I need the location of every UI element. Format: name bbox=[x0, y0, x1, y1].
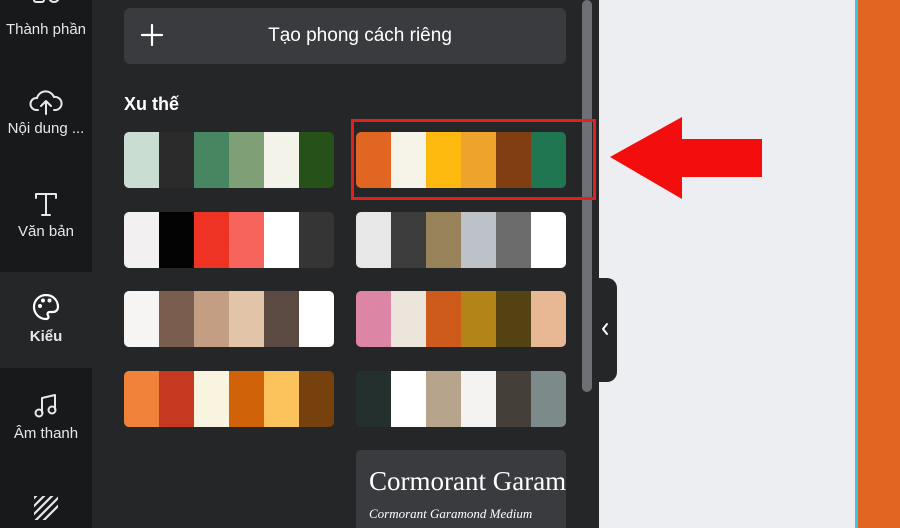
color-swatch bbox=[496, 212, 531, 268]
color-swatch bbox=[264, 291, 299, 347]
palette-card[interactable] bbox=[356, 212, 566, 268]
font-preview-subheading: Cormorant Garamond Medium bbox=[369, 506, 533, 521]
background-pattern-icon bbox=[34, 496, 58, 520]
color-swatch bbox=[124, 291, 159, 347]
font-preview-heading: Cormorant Garamond bbox=[369, 466, 566, 496]
palette-card[interactable] bbox=[356, 291, 566, 347]
color-swatch bbox=[496, 291, 531, 347]
palette-card[interactable] bbox=[124, 371, 334, 427]
side-nav-rail: Thành phần Nội dung ... Văn bản Kiểu Âm … bbox=[0, 0, 92, 528]
nav-background[interactable] bbox=[0, 494, 92, 528]
section-title-trending: Xu thế bbox=[124, 94, 180, 114]
color-swatch bbox=[496, 371, 531, 427]
chevron-left-icon bbox=[600, 321, 610, 337]
color-swatch bbox=[194, 212, 229, 268]
palette-card[interactable] bbox=[124, 212, 334, 268]
color-swatch bbox=[356, 291, 391, 347]
color-swatch bbox=[426, 291, 461, 347]
arrow-left-icon bbox=[610, 117, 762, 199]
palette-icon bbox=[32, 293, 60, 321]
color-swatch bbox=[299, 371, 334, 427]
color-swatch bbox=[124, 212, 159, 268]
color-swatch bbox=[356, 371, 391, 427]
color-swatch bbox=[531, 291, 566, 347]
color-swatch bbox=[194, 371, 229, 427]
color-swatch bbox=[299, 132, 334, 188]
color-swatch bbox=[461, 291, 496, 347]
color-swatch bbox=[229, 291, 264, 347]
nav-uploads[interactable]: Nội dung ... bbox=[0, 88, 92, 148]
nav-elements-label: Thành phần bbox=[5, 21, 87, 38]
color-swatch bbox=[531, 212, 566, 268]
color-swatch bbox=[531, 371, 566, 427]
color-swatch bbox=[229, 212, 264, 268]
color-swatch bbox=[264, 371, 299, 427]
color-swatch bbox=[391, 371, 426, 427]
nav-uploads-label: Nội dung ... bbox=[7, 120, 85, 137]
color-swatch bbox=[426, 212, 461, 268]
nav-elements[interactable]: Thành phần bbox=[0, 0, 92, 50]
color-swatch bbox=[391, 212, 426, 268]
plus-icon bbox=[140, 23, 164, 47]
nav-styles[interactable]: Kiểu bbox=[0, 272, 92, 368]
color-swatch bbox=[194, 132, 229, 188]
color-swatch bbox=[124, 132, 159, 188]
nav-styles-label: Kiểu bbox=[29, 328, 63, 345]
color-swatch bbox=[124, 371, 159, 427]
color-swatch bbox=[426, 371, 461, 427]
nav-audio[interactable]: Âm thanh bbox=[0, 392, 92, 448]
color-swatch bbox=[159, 212, 194, 268]
color-swatch bbox=[461, 212, 496, 268]
text-icon bbox=[35, 193, 57, 216]
color-swatch bbox=[194, 291, 229, 347]
font-style-card[interactable]: Cormorant Garamond Cormorant Garamond Me… bbox=[356, 450, 566, 528]
highlight-box bbox=[351, 119, 596, 200]
nav-text-label: Văn bản bbox=[18, 223, 74, 240]
color-swatch bbox=[391, 291, 426, 347]
color-swatch bbox=[159, 371, 194, 427]
color-swatch bbox=[229, 371, 264, 427]
color-swatch bbox=[264, 212, 299, 268]
color-swatch bbox=[264, 132, 299, 188]
color-swatch bbox=[229, 132, 264, 188]
create-style-label: Tạo phong cách riêng bbox=[268, 25, 452, 46]
nav-text[interactable]: Văn bản bbox=[0, 190, 92, 246]
create-style-button[interactable]: Tạo phong cách riêng bbox=[124, 8, 566, 64]
color-swatch bbox=[461, 371, 496, 427]
nav-audio-label: Âm thanh bbox=[13, 425, 79, 442]
upload-cloud-icon bbox=[29, 90, 63, 115]
music-note-icon bbox=[34, 394, 57, 418]
color-swatch bbox=[299, 291, 334, 347]
collapse-panel-button[interactable] bbox=[593, 278, 617, 382]
color-swatch bbox=[159, 132, 194, 188]
color-swatch bbox=[159, 291, 194, 347]
color-swatch bbox=[356, 212, 391, 268]
elements-icon bbox=[33, 0, 60, 3]
palette-card[interactable] bbox=[124, 291, 334, 347]
palette-card[interactable] bbox=[356, 371, 566, 427]
palette-card[interactable] bbox=[124, 132, 334, 188]
design-page[interactable] bbox=[855, 0, 900, 528]
color-swatch bbox=[299, 212, 334, 268]
styles-panel: Tạo phong cách riêng Xu thế Cormorant Ga… bbox=[92, 0, 599, 528]
